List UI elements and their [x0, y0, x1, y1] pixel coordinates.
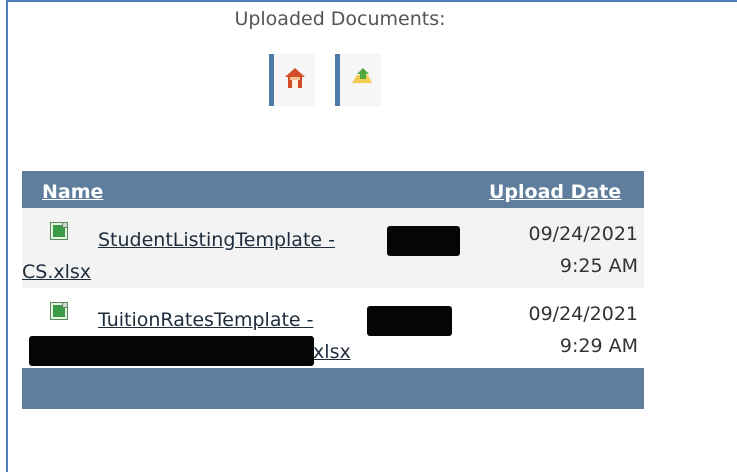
upload-date-cell: 09/24/2021 9:25 AM: [489, 218, 638, 282]
table-row: StudentListingTemplate - CS.xlsx 09/24/2…: [22, 208, 644, 288]
redaction-block: [387, 226, 460, 256]
upload-icon: [348, 65, 374, 95]
redaction-block: [29, 336, 314, 366]
home-icon: [282, 65, 308, 95]
file-name-part-2: CS.xlsx: [22, 261, 92, 283]
file-name-part-1: TuitionRatesTemplate -: [98, 309, 314, 331]
upload-date-cell: 09/24/2021 9:29 AM: [489, 298, 638, 362]
frame-top: [6, 0, 737, 2]
name-column-header[interactable]: Name: [42, 181, 103, 203]
home-button[interactable]: [269, 54, 315, 106]
file-name-part-1: StudentListingTemplate -: [98, 229, 335, 251]
section-title: Uploaded Documents:: [234, 8, 446, 30]
upload-button[interactable]: [335, 54, 381, 106]
upload-time: 9:29 AM: [559, 335, 638, 357]
redaction-block: [367, 306, 452, 336]
upload-date-column-header[interactable]: Upload Date: [489, 181, 621, 203]
upload-time: 9:25 AM: [559, 255, 638, 277]
upload-date: 09/24/2021: [528, 303, 638, 325]
frame-left: [6, 0, 8, 472]
upload-date: 09/24/2021: [528, 223, 638, 245]
table-row: TuitionRatesTemplate - .xlsx 09/24/2021 …: [22, 288, 644, 368]
